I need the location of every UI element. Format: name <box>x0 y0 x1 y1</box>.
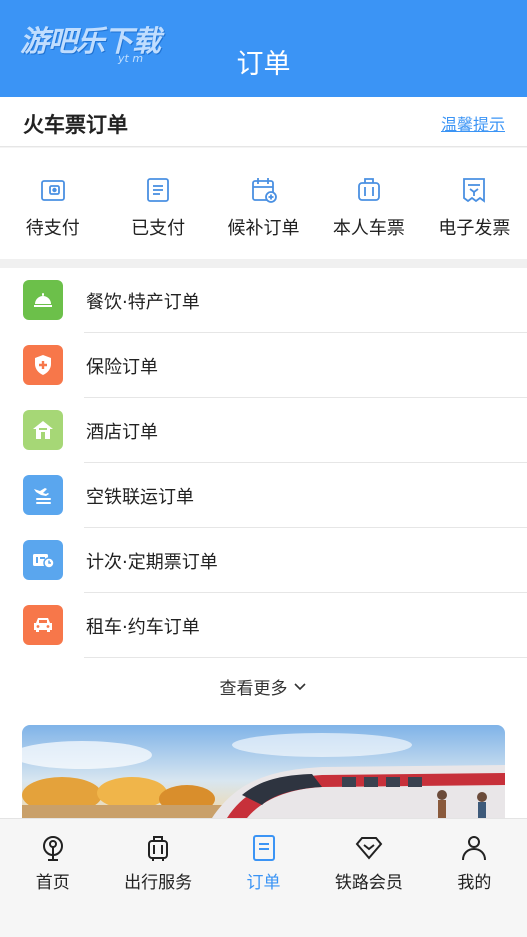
user-icon <box>462 836 487 861</box>
banner-area <box>0 712 527 818</box>
list-item-label: 租车·约车订单 <box>86 617 200 638</box>
tab-home[interactable]: 首页 <box>0 819 105 937</box>
railway-logo-icon <box>42 836 63 861</box>
tab-railway-member[interactable]: 铁路会员 <box>316 819 421 937</box>
wallet-icon <box>40 180 65 201</box>
tab-mine[interactable]: 我的 <box>422 819 527 937</box>
status-pending-payment[interactable]: 待支付 <box>0 148 105 259</box>
tab-travel-services[interactable]: 出行服务 <box>105 819 210 937</box>
status-label: 电子发票 <box>438 218 511 239</box>
list-item-insurance-orders[interactable]: 保险订单 <box>0 333 527 398</box>
status-label: 已支付 <box>131 218 186 239</box>
header-bar: 游吧乐下载 yt m 订单 <box>0 0 527 97</box>
luggage-icon <box>148 836 169 861</box>
calendar-add-icon <box>251 178 277 203</box>
list-item-label: 保险订单 <box>86 357 158 378</box>
section-divider <box>0 259 527 268</box>
order-status-row: 待支付 已支付 候补订单 本人车票 电子发票 <box>0 148 527 259</box>
hotel-house-icon <box>23 410 63 450</box>
view-more-button[interactable]: 查看更多 <box>0 660 527 712</box>
car-icon <box>23 605 63 645</box>
status-waitlist[interactable]: 候补订单 <box>211 148 316 259</box>
tab-label: 铁路会员 <box>334 873 403 893</box>
chevron-down-icon <box>293 683 306 691</box>
section-title: 火车票订单 <box>23 113 128 137</box>
list-item-hotel-orders[interactable]: 酒店订单 <box>0 398 527 463</box>
invoice-icon <box>463 178 486 203</box>
bottom-tab-bar: 首页 出行服务 订单 铁路会员 我的 <box>0 818 527 937</box>
plane-train-icon <box>23 475 63 515</box>
view-more-label: 查看更多 <box>219 678 288 699</box>
list-item-label: 计次·定期票订单 <box>86 552 218 573</box>
status-e-invoice[interactable]: 电子发票 <box>422 148 527 259</box>
order-doc-icon <box>252 835 275 861</box>
divider <box>84 657 527 658</box>
status-label: 候补订单 <box>227 218 300 239</box>
list-item-label: 酒店订单 <box>86 422 158 443</box>
list-item-air-rail-orders[interactable]: 空铁联运订单 <box>0 463 527 528</box>
receipt-icon <box>147 178 170 202</box>
list-item-label: 餐饮·特产订单 <box>86 292 200 313</box>
tab-label: 首页 <box>35 873 70 893</box>
train-ticket-orders-header: 火车票订单 温馨提示 <box>0 97 527 147</box>
luggage-icon <box>358 178 380 201</box>
ticket-clock-icon <box>23 540 63 580</box>
status-my-tickets[interactable]: 本人车票 <box>316 148 421 259</box>
tab-orders[interactable]: 订单 <box>211 819 316 937</box>
diamond-icon <box>355 837 383 860</box>
shield-plus-icon <box>23 345 63 385</box>
tab-label: 我的 <box>457 873 492 893</box>
tab-label: 出行服务 <box>124 873 193 893</box>
status-label: 本人车票 <box>332 218 405 239</box>
list-item-food-orders[interactable]: 餐饮·特产订单 <box>0 268 527 333</box>
tips-link[interactable]: 温馨提示 <box>441 111 505 135</box>
page-title: 订单 <box>236 49 291 80</box>
status-label: 待支付 <box>25 218 80 239</box>
list-item-period-ticket-orders[interactable]: 计次·定期票订单 <box>0 528 527 593</box>
train-illustration <box>22 725 505 818</box>
list-item-label: 空铁联运订单 <box>86 487 194 508</box>
list-item-car-rental-orders[interactable]: 租车·约车订单 <box>0 593 527 658</box>
food-cloche-icon <box>23 280 63 320</box>
status-paid[interactable]: 已支付 <box>105 148 210 259</box>
promo-banner[interactable] <box>22 725 505 818</box>
order-type-list: 餐饮·特产订单 保险订单 酒店订单 空铁联运订单 计次·定期票订单 租车·约车订 <box>0 268 527 660</box>
tab-label: 订单 <box>246 873 281 893</box>
